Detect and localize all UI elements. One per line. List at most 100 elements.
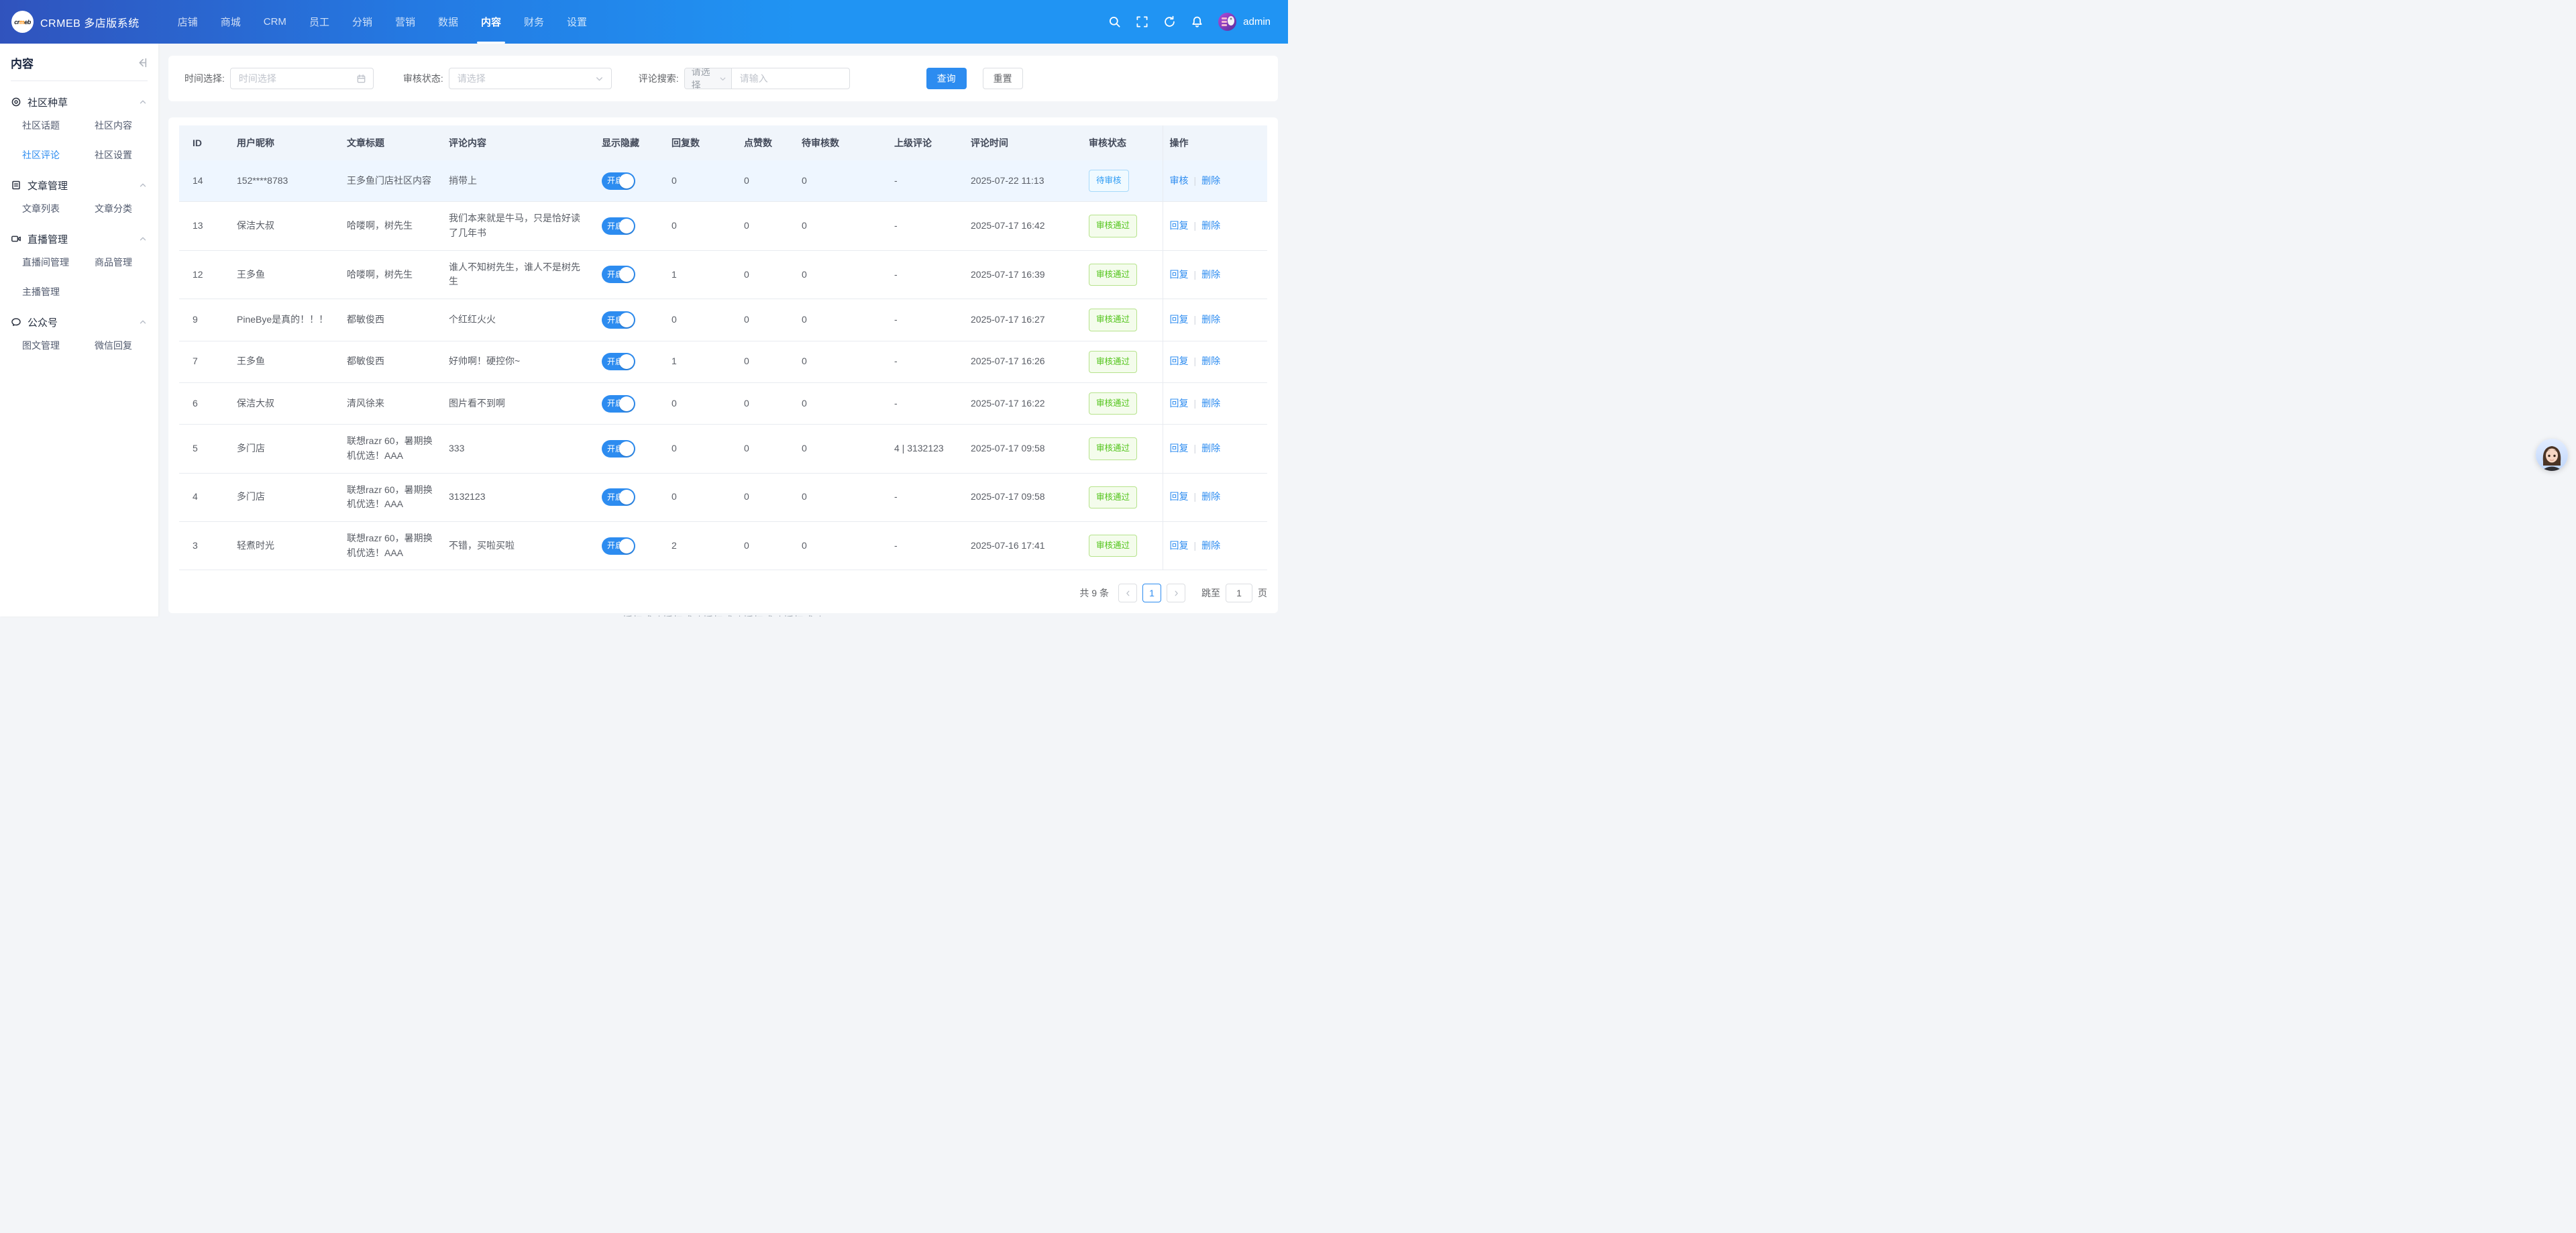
status-badge: 审核通过 bbox=[1089, 486, 1137, 508]
current-page-button[interactable]: 1 bbox=[1142, 584, 1161, 602]
action-link-删除[interactable]: 删除 bbox=[1201, 491, 1220, 502]
action-link-回复[interactable]: 回复 bbox=[1170, 540, 1189, 551]
status-select[interactable]: 请选择 bbox=[449, 68, 612, 89]
status-filter-label: 审核状态: bbox=[403, 72, 443, 85]
table-body: 14152****8783王多鱼门店社区内容捎带上开启000-2025-07-2… bbox=[179, 160, 1267, 570]
toggle-knob bbox=[619, 354, 634, 369]
cell-comment-time: 2025-07-17 16:22 bbox=[964, 382, 1082, 424]
cell-comment-time: 2025-07-17 09:58 bbox=[964, 425, 1082, 473]
refresh-icon[interactable] bbox=[1163, 15, 1176, 28]
cell-actions: 回复|删除 bbox=[1163, 202, 1267, 250]
nav-item-财务[interactable]: 财务 bbox=[513, 0, 555, 44]
cell-id: 4 bbox=[179, 473, 230, 521]
nav-item-设置[interactable]: 设置 bbox=[555, 0, 598, 44]
sidebar-header: 内容 bbox=[0, 44, 158, 81]
search-icon[interactable] bbox=[1108, 15, 1121, 28]
action-link-删除[interactable]: 删除 bbox=[1201, 356, 1220, 366]
action-link-回复[interactable]: 回复 bbox=[1170, 269, 1189, 280]
sidebar-item-主播管理[interactable]: 主播管理 bbox=[22, 285, 95, 299]
action-link-回复[interactable]: 回复 bbox=[1170, 491, 1189, 502]
show-toggle[interactable]: 开启 bbox=[602, 440, 635, 458]
user-avatar[interactable] bbox=[1218, 13, 1236, 31]
cell-comment-content: 谁人不知树先生，谁人不是树先生 bbox=[442, 250, 595, 299]
action-link-删除[interactable]: 删除 bbox=[1201, 220, 1220, 231]
sidebar-item-社区评论[interactable]: 社区评论 bbox=[22, 148, 95, 162]
sidebar-item-微信回复[interactable]: 微信回复 bbox=[95, 339, 148, 352]
show-toggle[interactable]: 开启 bbox=[602, 172, 635, 190]
action-link-删除[interactable]: 删除 bbox=[1201, 175, 1220, 186]
sidebar-item-社区设置[interactable]: 社区设置 bbox=[95, 148, 148, 162]
sidebar-item-文章分类[interactable]: 文章分类 bbox=[95, 202, 148, 215]
cell-comment-time: 2025-07-17 09:58 bbox=[964, 473, 1082, 521]
nav-item-分销[interactable]: 分销 bbox=[341, 0, 384, 44]
action-link-删除[interactable]: 删除 bbox=[1201, 398, 1220, 409]
cell-like-count: 0 bbox=[737, 382, 795, 424]
collapse-sidebar-icon[interactable] bbox=[136, 57, 148, 68]
show-toggle[interactable]: 开启 bbox=[602, 266, 635, 283]
action-link-删除[interactable]: 删除 bbox=[1201, 269, 1220, 280]
cell-actions: 回复|删除 bbox=[1163, 473, 1267, 521]
cell-article-title: 联想razr 60，暑期换机优选！AAA bbox=[340, 473, 442, 521]
cell-audit-status: 审核通过 bbox=[1082, 522, 1163, 570]
comments-table-card: ID用户昵称文章标题评论内容显示隐藏回复数点赞数待审核数上级评论评论时间审核状态… bbox=[168, 117, 1278, 613]
cell-show-hide: 开启 bbox=[595, 473, 665, 521]
table-row: 6保洁大叔清风徐来图片看不到啊开启000-2025-07-17 16:22审核通… bbox=[179, 382, 1267, 424]
nav-item-员工[interactable]: 员工 bbox=[298, 0, 341, 44]
sidebar-section-header[interactable]: 社区种草 bbox=[11, 89, 148, 115]
sidebar-item-社区内容[interactable]: 社区内容 bbox=[95, 119, 148, 132]
show-toggle[interactable]: 开启 bbox=[602, 353, 635, 370]
bell-icon[interactable] bbox=[1191, 15, 1203, 28]
search-input[interactable] bbox=[732, 68, 850, 89]
query-button[interactable]: 查询 bbox=[926, 68, 967, 89]
action-link-回复[interactable]: 回复 bbox=[1170, 314, 1189, 325]
cell-article-title: 清风徐来 bbox=[340, 382, 442, 424]
jump-page-input[interactable] bbox=[1226, 584, 1252, 602]
show-toggle[interactable]: 开启 bbox=[602, 537, 635, 555]
nav-item-数据[interactable]: 数据 bbox=[427, 0, 470, 44]
sidebar-item-直播间管理[interactable]: 直播间管理 bbox=[22, 256, 95, 269]
cell-article-title: 都敏俊西 bbox=[340, 299, 442, 341]
action-link-删除[interactable]: 删除 bbox=[1201, 314, 1220, 325]
action-link-回复[interactable]: 回复 bbox=[1170, 398, 1189, 409]
show-toggle[interactable]: 开启 bbox=[602, 311, 635, 329]
reset-button[interactable]: 重置 bbox=[983, 68, 1023, 89]
sidebar-item-文章列表[interactable]: 文章列表 bbox=[22, 202, 95, 215]
action-link-回复[interactable]: 回复 bbox=[1170, 220, 1189, 231]
status-badge: 审核通过 bbox=[1089, 215, 1137, 237]
column-header-评论时间: 评论时间 bbox=[964, 125, 1082, 160]
action-link-删除[interactable]: 删除 bbox=[1201, 540, 1220, 551]
fullscreen-icon[interactable] bbox=[1136, 15, 1148, 28]
sidebar-section-header[interactable]: 公众号 bbox=[11, 309, 148, 335]
action-link-审核[interactable]: 审核 bbox=[1170, 175, 1189, 186]
cell-like-count: 0 bbox=[737, 522, 795, 570]
nav-item-店铺[interactable]: 店铺 bbox=[166, 0, 209, 44]
sidebar-section-items: 文章列表文章分类 bbox=[22, 198, 148, 222]
cell-audit-status: 审核通过 bbox=[1082, 425, 1163, 473]
cell-like-count: 0 bbox=[737, 250, 795, 299]
next-page-button[interactable] bbox=[1167, 584, 1185, 602]
cell-pending-count: 0 bbox=[795, 473, 888, 521]
show-toggle[interactable]: 开启 bbox=[602, 488, 635, 506]
show-toggle[interactable]: 开启 bbox=[602, 217, 635, 235]
nav-item-内容[interactable]: 内容 bbox=[470, 0, 513, 44]
username[interactable]: admin bbox=[1243, 16, 1271, 28]
cell-comment-time: 2025-07-17 16:39 bbox=[964, 250, 1082, 299]
action-link-删除[interactable]: 删除 bbox=[1201, 443, 1220, 453]
assistant-avatar[interactable] bbox=[2536, 439, 2568, 471]
sidebar-section-header[interactable]: 直播管理 bbox=[11, 226, 148, 252]
search-type-select[interactable]: 请选择 bbox=[685, 68, 732, 89]
nav-item-CRM[interactable]: CRM bbox=[252, 0, 298, 44]
date-picker-input[interactable]: 时间选择 bbox=[230, 68, 374, 89]
cell-show-hide: 开启 bbox=[595, 522, 665, 570]
sidebar-section-header[interactable]: 文章管理 bbox=[11, 172, 148, 198]
show-toggle[interactable]: 开启 bbox=[602, 395, 635, 413]
sidebar-item-社区话题[interactable]: 社区话题 bbox=[22, 119, 95, 132]
nav-item-营销[interactable]: 营销 bbox=[384, 0, 427, 44]
sidebar-item-商品管理[interactable]: 商品管理 bbox=[95, 256, 148, 269]
action-link-回复[interactable]: 回复 bbox=[1170, 443, 1189, 453]
prev-page-button[interactable] bbox=[1118, 584, 1137, 602]
action-link-回复[interactable]: 回复 bbox=[1170, 356, 1189, 366]
nav-item-商城[interactable]: 商城 bbox=[209, 0, 252, 44]
cell-like-count: 0 bbox=[737, 341, 795, 382]
sidebar-item-图文管理[interactable]: 图文管理 bbox=[22, 339, 95, 352]
